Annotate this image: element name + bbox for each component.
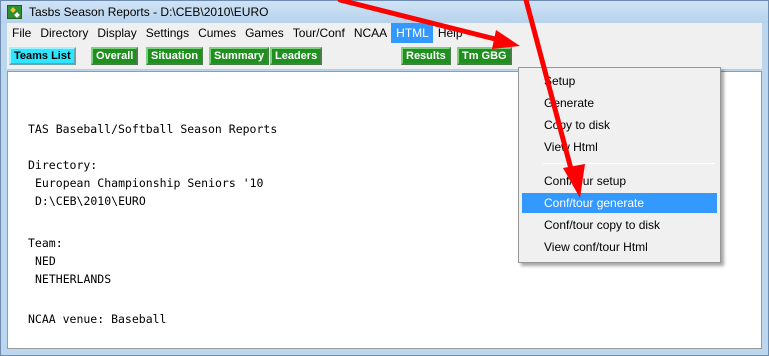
menu-bar: File Directory Display Settings Cumes Ga… (7, 23, 762, 43)
baseball-field-icon (7, 5, 22, 19)
report-toolbar: Teams List Overall Situation Summary Lea… (7, 43, 762, 70)
teams-list-button[interactable]: Teams List (9, 47, 76, 65)
html-menu-conf-tour-setup[interactable]: Conf/tour setup (522, 171, 717, 191)
team-game-by-game-button[interactable]: Tm GBG (457, 47, 512, 65)
html-menu-conf-tour-generate[interactable]: Conf/tour generate (522, 193, 717, 213)
report-heading: TAS Baseball/Softball Season Reports (28, 122, 278, 136)
team-name: NETHERLANDS (35, 272, 112, 286)
html-menu-conf-tour-copy-to-disk[interactable]: Conf/tour copy to disk (522, 215, 717, 235)
html-menu-view-conf-tour-html[interactable]: View conf/tour Html (522, 237, 717, 257)
menu-directory[interactable]: Directory (35, 23, 92, 43)
directory-label: Directory: (28, 158, 98, 172)
html-dropdown-menu: Setup Generate Copy to disk View Html Co… (518, 67, 721, 263)
html-menu-generate[interactable]: Generate (522, 93, 717, 113)
html-menu-setup[interactable]: Setup (522, 71, 717, 91)
menu-tour-conf[interactable]: Tour/Conf (288, 23, 349, 43)
team-code: NED (35, 254, 56, 268)
team-label: Team: (28, 236, 63, 250)
summary-button[interactable]: Summary (209, 47, 270, 65)
menu-separator (543, 163, 715, 164)
situation-button[interactable]: Situation (146, 47, 204, 65)
menu-ncaa[interactable]: NCAA (349, 23, 391, 43)
overall-button[interactable]: Overall (91, 47, 139, 65)
menu-file[interactable]: File (7, 23, 35, 43)
menu-games[interactable]: Games (240, 23, 288, 43)
window-title: Tasbs Season Reports - D:\CEB\2010\EURO (29, 5, 269, 19)
html-menu-copy-to-disk[interactable]: Copy to disk (522, 115, 717, 135)
results-button[interactable]: Results (401, 47, 451, 65)
leaders-button[interactable]: Leaders (270, 47, 323, 65)
directory-name: European Championship Seniors '10 (35, 176, 264, 190)
menu-settings[interactable]: Settings (141, 23, 193, 43)
directory-path: D:\CEB\2010\EURO (35, 194, 146, 208)
html-menu-view-html[interactable]: View Html (522, 137, 717, 157)
menu-help[interactable]: Help (433, 23, 467, 43)
menu-cumes[interactable]: Cumes (193, 23, 240, 43)
app-window: Tasbs Season Reports - D:\CEB\2010\EURO … (0, 0, 769, 356)
title-bar[interactable]: Tasbs Season Reports - D:\CEB\2010\EURO (1, 1, 768, 23)
menu-display[interactable]: Display (92, 23, 140, 43)
venue-line: NCAA venue: Baseball (28, 312, 167, 326)
menu-html[interactable]: HTML (391, 23, 433, 43)
